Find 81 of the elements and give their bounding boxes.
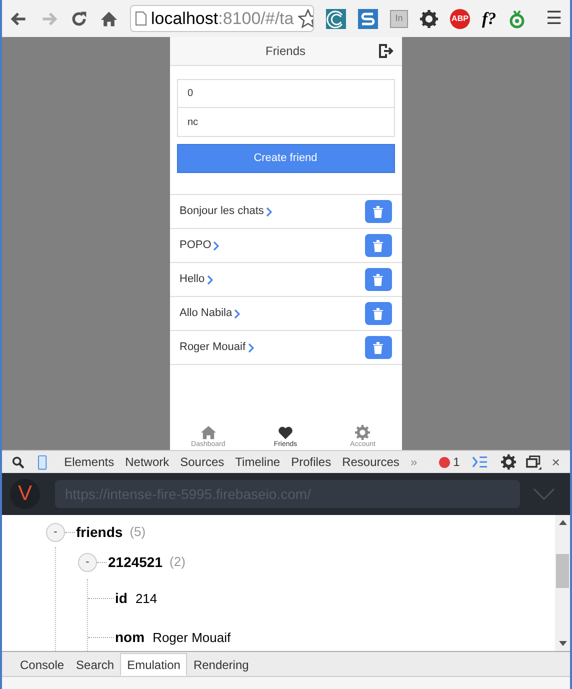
gear-icon (355, 425, 370, 440)
page-icon (135, 11, 147, 26)
scroll-down-icon[interactable] (558, 641, 566, 646)
drawer-tab[interactable]: Rendering (187, 653, 255, 676)
settings-icon[interactable] (420, 10, 438, 28)
node-value: 214 (135, 590, 158, 608)
robot-icon[interactable] (508, 8, 526, 28)
node-key: id (115, 588, 128, 609)
delete-button[interactable] (364, 200, 392, 223)
friend-item[interactable]: Hello (170, 263, 402, 297)
drawer-tab[interactable]: Search (70, 653, 120, 676)
friend-name: Roger Mouaif (180, 340, 246, 356)
swirl-extension-icon[interactable] (326, 8, 346, 28)
home-icon[interactable] (100, 10, 118, 28)
url-text: localhost:8100/#/ta (151, 8, 294, 30)
devtools-tab[interactable]: Resources (342, 453, 400, 471)
trash-icon (373, 206, 383, 218)
scroll-thumb[interactable] (556, 554, 569, 588)
star-icon[interactable] (298, 8, 313, 28)
trash-icon (373, 240, 383, 252)
back-icon[interactable] (10, 10, 28, 28)
menu-icon[interactable]: ☰ (546, 5, 562, 32)
drawer-tab[interactable]: Emulation (120, 653, 188, 676)
home-icon (200, 425, 216, 440)
friend-name: Bonjour les chats (180, 204, 264, 220)
error-icon (439, 456, 450, 468)
address-bar[interactable]: localhost:8100/#/ta (130, 5, 314, 32)
scroll-up-icon[interactable] (558, 520, 566, 525)
search-icon[interactable] (12, 456, 24, 468)
chevron-icon (266, 206, 272, 216)
devtools-tab[interactable]: Elements (64, 453, 114, 471)
delete-button[interactable] (364, 268, 392, 291)
adblock-button[interactable]: ABP (450, 8, 470, 28)
friend-name: Allo Nabila (180, 306, 232, 322)
create-button[interactable]: Create friend (176, 144, 394, 173)
heart-icon (278, 425, 293, 440)
input-field[interactable]: nc (176, 108, 394, 137)
delete-button[interactable] (364, 234, 392, 257)
collapse-toggle[interactable]: - (78, 552, 97, 572)
friend-item[interactable]: Allo Nabila (170, 297, 402, 331)
font-extension-button[interactable]: f? (482, 6, 496, 32)
node-value: Roger Mouaif (152, 628, 231, 647)
chevron-icon (234, 308, 240, 318)
friend-item[interactable]: Roger Mouaif (170, 331, 402, 365)
settings-icon[interactable] (501, 454, 516, 470)
chevron-icon (206, 274, 213, 284)
drawer-tab[interactable]: Console (14, 653, 70, 676)
close-button[interactable]: × (552, 452, 560, 472)
node-key: nom (115, 627, 145, 648)
collapse-toggle[interactable]: - (46, 522, 65, 542)
dock-icon[interactable] (526, 454, 542, 470)
input-field[interactable]: 0 (176, 79, 394, 108)
device-icon[interactable] (38, 454, 48, 470)
child-count: (5) (130, 523, 146, 542)
devtools-tab[interactable]: Network (125, 453, 170, 471)
delete-button[interactable] (364, 336, 392, 359)
node-key: 2124521 (108, 552, 163, 572)
scrollbar[interactable] (555, 515, 570, 651)
error-counter[interactable]: 1 (439, 453, 460, 471)
trash-icon (373, 342, 383, 354)
error-count: 1 (453, 454, 460, 471)
friend-name: Hello (180, 272, 205, 288)
chevron-icon (213, 240, 220, 250)
child-count: (2) (170, 553, 186, 572)
trash-icon (373, 274, 383, 286)
screen-title: Friends (265, 43, 306, 60)
devtools-tab[interactable]: Timeline (235, 453, 280, 471)
chevron-icon (248, 342, 254, 352)
logout-icon[interactable] (378, 43, 394, 59)
reload-icon[interactable] (70, 10, 88, 28)
friend-item[interactable]: POPO (170, 229, 402, 263)
node-key: friends (76, 522, 123, 542)
v-logo: V (10, 479, 40, 509)
s-extension-icon[interactable] (358, 8, 378, 28)
trash-icon (373, 308, 383, 320)
delete-button[interactable] (364, 302, 392, 325)
friend-name: POPO (180, 238, 212, 254)
friend-item[interactable]: Bonjour les chats (170, 195, 402, 229)
devtools-tab[interactable]: Profiles (291, 453, 332, 471)
devtools-tab[interactable]: Sources (180, 453, 224, 471)
console-drawer-icon[interactable] (472, 456, 488, 468)
